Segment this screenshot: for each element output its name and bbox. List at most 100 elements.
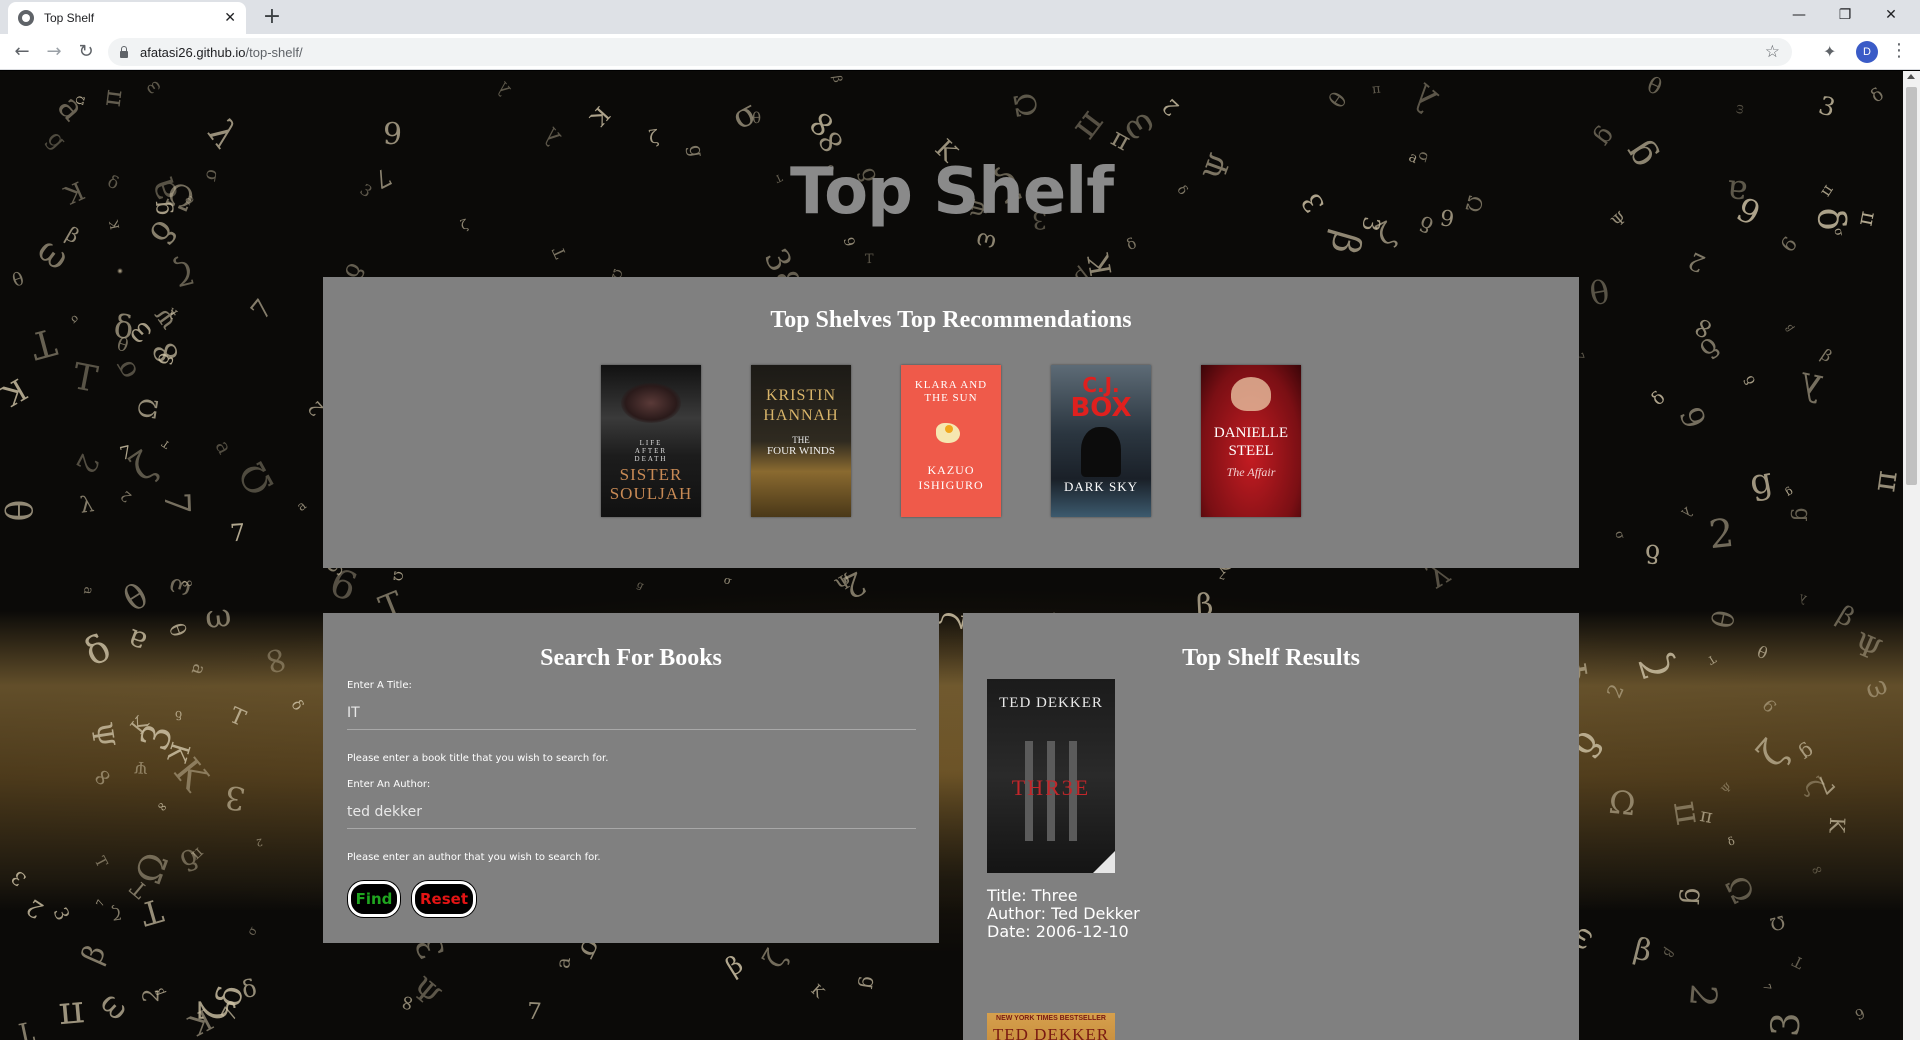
background-glyph: δ [1726,834,1737,849]
background-glyph: T [125,875,153,903]
background-glyph: Ω [390,570,406,582]
background-glyph: T [548,243,571,262]
background-glyph: 3 [48,904,74,924]
background-glyph: σ [106,352,145,387]
background-glyph: ω [165,570,194,606]
profile-avatar[interactable]: D [1856,41,1878,63]
background-glyph: 9 [1759,694,1782,716]
author-label: Enter An Author: [347,779,431,790]
background-glyph: δ [1741,372,1760,388]
background-glyph: 7 [1218,568,1228,581]
background-glyph: λ [1403,74,1447,120]
book-cover-four-winds[interactable]: KRISTIN HANNAH THE FOUR WINDS [751,365,851,517]
background-glyph: 2 [1601,680,1629,702]
background-glyph: a [122,620,152,661]
background-glyph: K [165,750,217,799]
background-glyph: ω [1861,670,1892,706]
background-glyph: ∞ [153,797,172,816]
background-glyph: σ [722,573,734,588]
background-glyph: T [864,251,874,268]
background-glyph: ∞ [252,640,303,681]
result-item: NEW YORK TIMES BESTSELLER TED DEKKER [987,1013,1115,1040]
background-glyph: K [1081,251,1119,279]
background-glyph: 3 [1763,1010,1810,1039]
background-glyph: g [1677,887,1710,906]
background-glyph: K [183,1001,219,1040]
background-glyph: Ψ [403,970,447,1015]
background-glyph: β [1817,345,1836,366]
browser-toolbar: ← → ↻ afatasi26.github.io/top-shelf/ ☆ ✦… [0,34,1920,70]
background-glyph: T [69,356,101,401]
url-text[interactable]: afatasi26.github.io/top-shelf/ [140,45,1765,60]
background-glyph: λ [1797,591,1809,607]
tab-title: Top Shelf [44,11,95,25]
result-details: Title: Three Author: Ted Dekker Date: 20… [987,887,1140,941]
find-button[interactable]: Find [348,881,400,917]
result-cover-image[interactable]: NEW YORK TIMES BESTSELLER TED DEKKER [987,1013,1115,1040]
recommendations-panel: Top Shelves Top Recommendations LIFE AFT… [323,277,1579,568]
page-scrollbar[interactable] [1903,71,1920,1040]
background-glyph: σ [725,91,764,138]
background-glyph: T [90,853,112,871]
background-glyph: Ω [1717,870,1761,910]
background-glyph: T [136,890,168,934]
background-glyph: 2 [117,487,136,505]
background-glyph: 9 [1853,1005,1868,1025]
background-glyph: g [1789,507,1815,522]
background-glyph: ∞ [180,574,195,594]
book-cover-dark-sky[interactable]: C.J. BOX DARK SKY [1051,365,1151,517]
tab-strip: Top Shelf ✕ + — ❐ ✕ [0,0,1920,34]
background-glyph: ζ [110,903,123,924]
background-glyph: 7 [1759,982,1773,993]
book-cover-klara-and-the-sun[interactable]: KLARA AND THE SUN KAZUO ISHIGURO [901,365,1001,517]
forward-button[interactable]: → [40,38,68,66]
background-glyph: Ω [1767,910,1788,935]
background-glyph: 2 [1683,246,1710,278]
title-hint: Please enter a book title that you wish … [347,753,609,764]
restore-button[interactable]: ❐ [1822,0,1868,30]
title-input[interactable] [347,696,916,730]
author-input[interactable] [347,795,916,829]
background-glyph: λ [199,113,246,156]
background-glyph: 3 [756,242,800,278]
reload-button[interactable]: ↻ [72,38,100,66]
background-glyph: 7 [94,898,108,909]
background-glyph: β [1831,600,1860,634]
background-glyph: ω [973,226,999,258]
book-cover-life-after-death[interactable]: LIFE AFTER DEATH SISTER SOULJAH [601,365,701,517]
book-cover-the-affair[interactable]: DANIELLE STEEL The Affair [1201,365,1301,517]
background-glyph: ∞ [1808,860,1826,880]
background-glyph: δ [239,973,260,1005]
search-heading: Search For Books [540,645,722,671]
address-bar[interactable]: afatasi26.github.io/top-shelf/ ☆ [108,38,1792,66]
scroll-up-icon[interactable] [1907,74,1915,79]
background-glyph: θ [1703,606,1741,632]
background-glyph: g [1589,122,1623,153]
close-tab-icon[interactable]: ✕ [224,10,236,26]
background-glyph: ω [1731,103,1747,115]
background-glyph: λ [1794,363,1827,410]
background-glyph: Ω [230,454,283,503]
minimize-button[interactable]: — [1776,0,1822,30]
browser-menu-icon[interactable]: ⋮ [1890,40,1908,61]
background-glyph: θ [751,108,762,128]
bookmark-star-icon[interactable]: ☆ [1765,42,1780,62]
background-glyph: 9 [1671,402,1713,434]
background-glyph: β [830,74,845,84]
background-glyph: θ [1754,640,1771,663]
result-cover-image[interactable]: TED DEKKER THR3E [987,679,1115,873]
extensions-icon[interactable]: ✦ [1823,42,1836,61]
scroll-thumb[interactable] [1906,87,1917,485]
site-title: Top Shelf [789,155,1114,229]
result-title: Title: Three [987,886,1078,905]
new-tab-button[interactable]: + [258,4,286,32]
background-glyph: λ [165,303,181,322]
background-glyph: K [160,738,195,766]
close-window-button[interactable]: ✕ [1868,0,1914,30]
browser-tab[interactable]: Top Shelf ✕ [8,2,246,34]
background-glyph: K [0,370,33,413]
reset-button[interactable]: Reset [412,881,476,917]
background-glyph: π [1105,122,1136,158]
background-glyph: β [1321,226,1371,260]
back-button[interactable]: ← [8,38,36,66]
